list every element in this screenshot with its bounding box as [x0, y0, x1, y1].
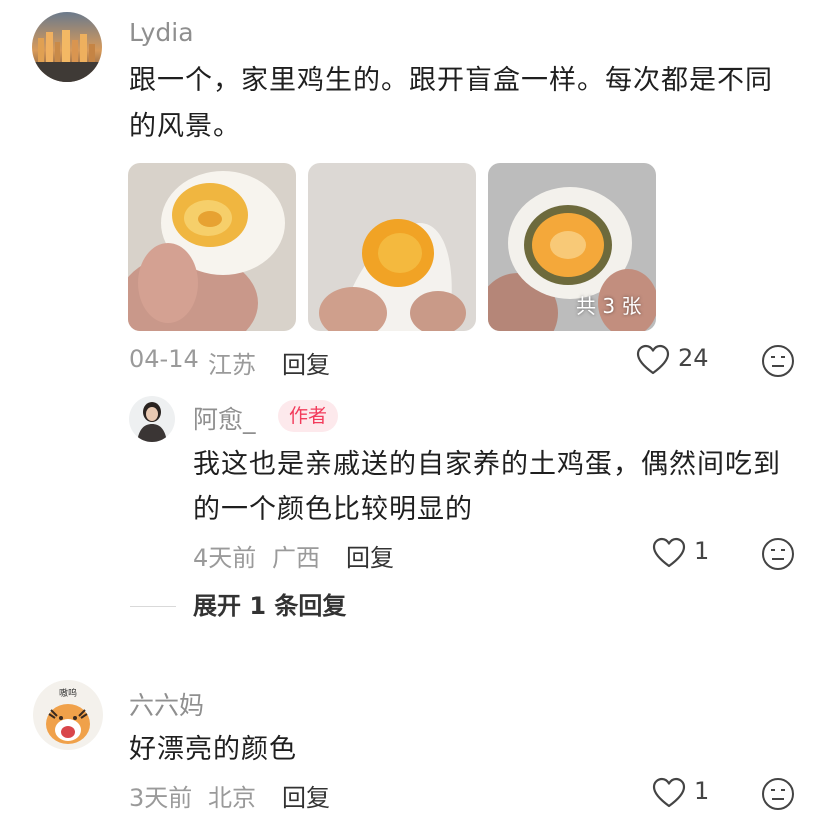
neutral-face-icon[interactable] — [761, 537, 795, 575]
reply-button[interactable]: 回复 — [282, 778, 330, 813]
heart-outline-icon[interactable] — [652, 777, 686, 813]
comment-date: 3天前 — [129, 784, 193, 812]
avatar-author[interactable] — [129, 396, 175, 442]
comment-text-line: 跟一个，家里鸡生的。跟开盲盒一样。每次都是不同 — [129, 65, 773, 96]
expand-replies-button[interactable]: 展开 1 条回复 — [193, 586, 346, 621]
avatar-liuliuma[interactable]: 嗷呜 — [33, 680, 103, 750]
comment-username[interactable]: 阿愈_ — [193, 400, 256, 436]
reply-button[interactable]: 回复 — [282, 345, 330, 380]
comment-date: 04-14 — [129, 345, 199, 373]
neutral-face-icon[interactable] — [761, 777, 795, 815]
comment-text-line: 我这也是亲戚送的自家养的土鸡蛋，偶然间吃到 — [193, 449, 781, 480]
heart-outline-icon[interactable] — [652, 537, 686, 573]
heart-outline-icon[interactable] — [636, 344, 670, 380]
comment-date: 4天前 — [193, 544, 257, 572]
avatar-lydia[interactable] — [32, 12, 102, 82]
author-tag: 作者 — [278, 400, 339, 432]
image-count-badge: 共 3 张 — [576, 294, 642, 318]
like-count: 24 — [678, 344, 709, 372]
reply-button[interactable]: 回复 — [346, 538, 394, 573]
comment-location: 江苏 — [208, 351, 256, 379]
comment-text-line: 的风景。 — [129, 111, 241, 142]
avatar-caption: 嗷呜 — [59, 687, 77, 699]
comment-text-line: 的一个颜色比较明显的 — [193, 494, 473, 525]
comment-image-1[interactable] — [128, 163, 296, 331]
like-count: 1 — [694, 537, 710, 565]
comment-location: 广西 — [272, 544, 320, 572]
expand-divider — [130, 606, 176, 607]
comment-username[interactable]: Lydia — [129, 18, 194, 47]
neutral-face-icon[interactable] — [761, 344, 795, 382]
comment-username[interactable]: 六六妈 — [129, 686, 204, 722]
like-count: 1 — [694, 777, 710, 805]
comment-location: 北京 — [208, 784, 256, 812]
comment-text: 好漂亮的颜色 — [129, 734, 297, 765]
comment-image-2[interactable] — [308, 163, 476, 331]
